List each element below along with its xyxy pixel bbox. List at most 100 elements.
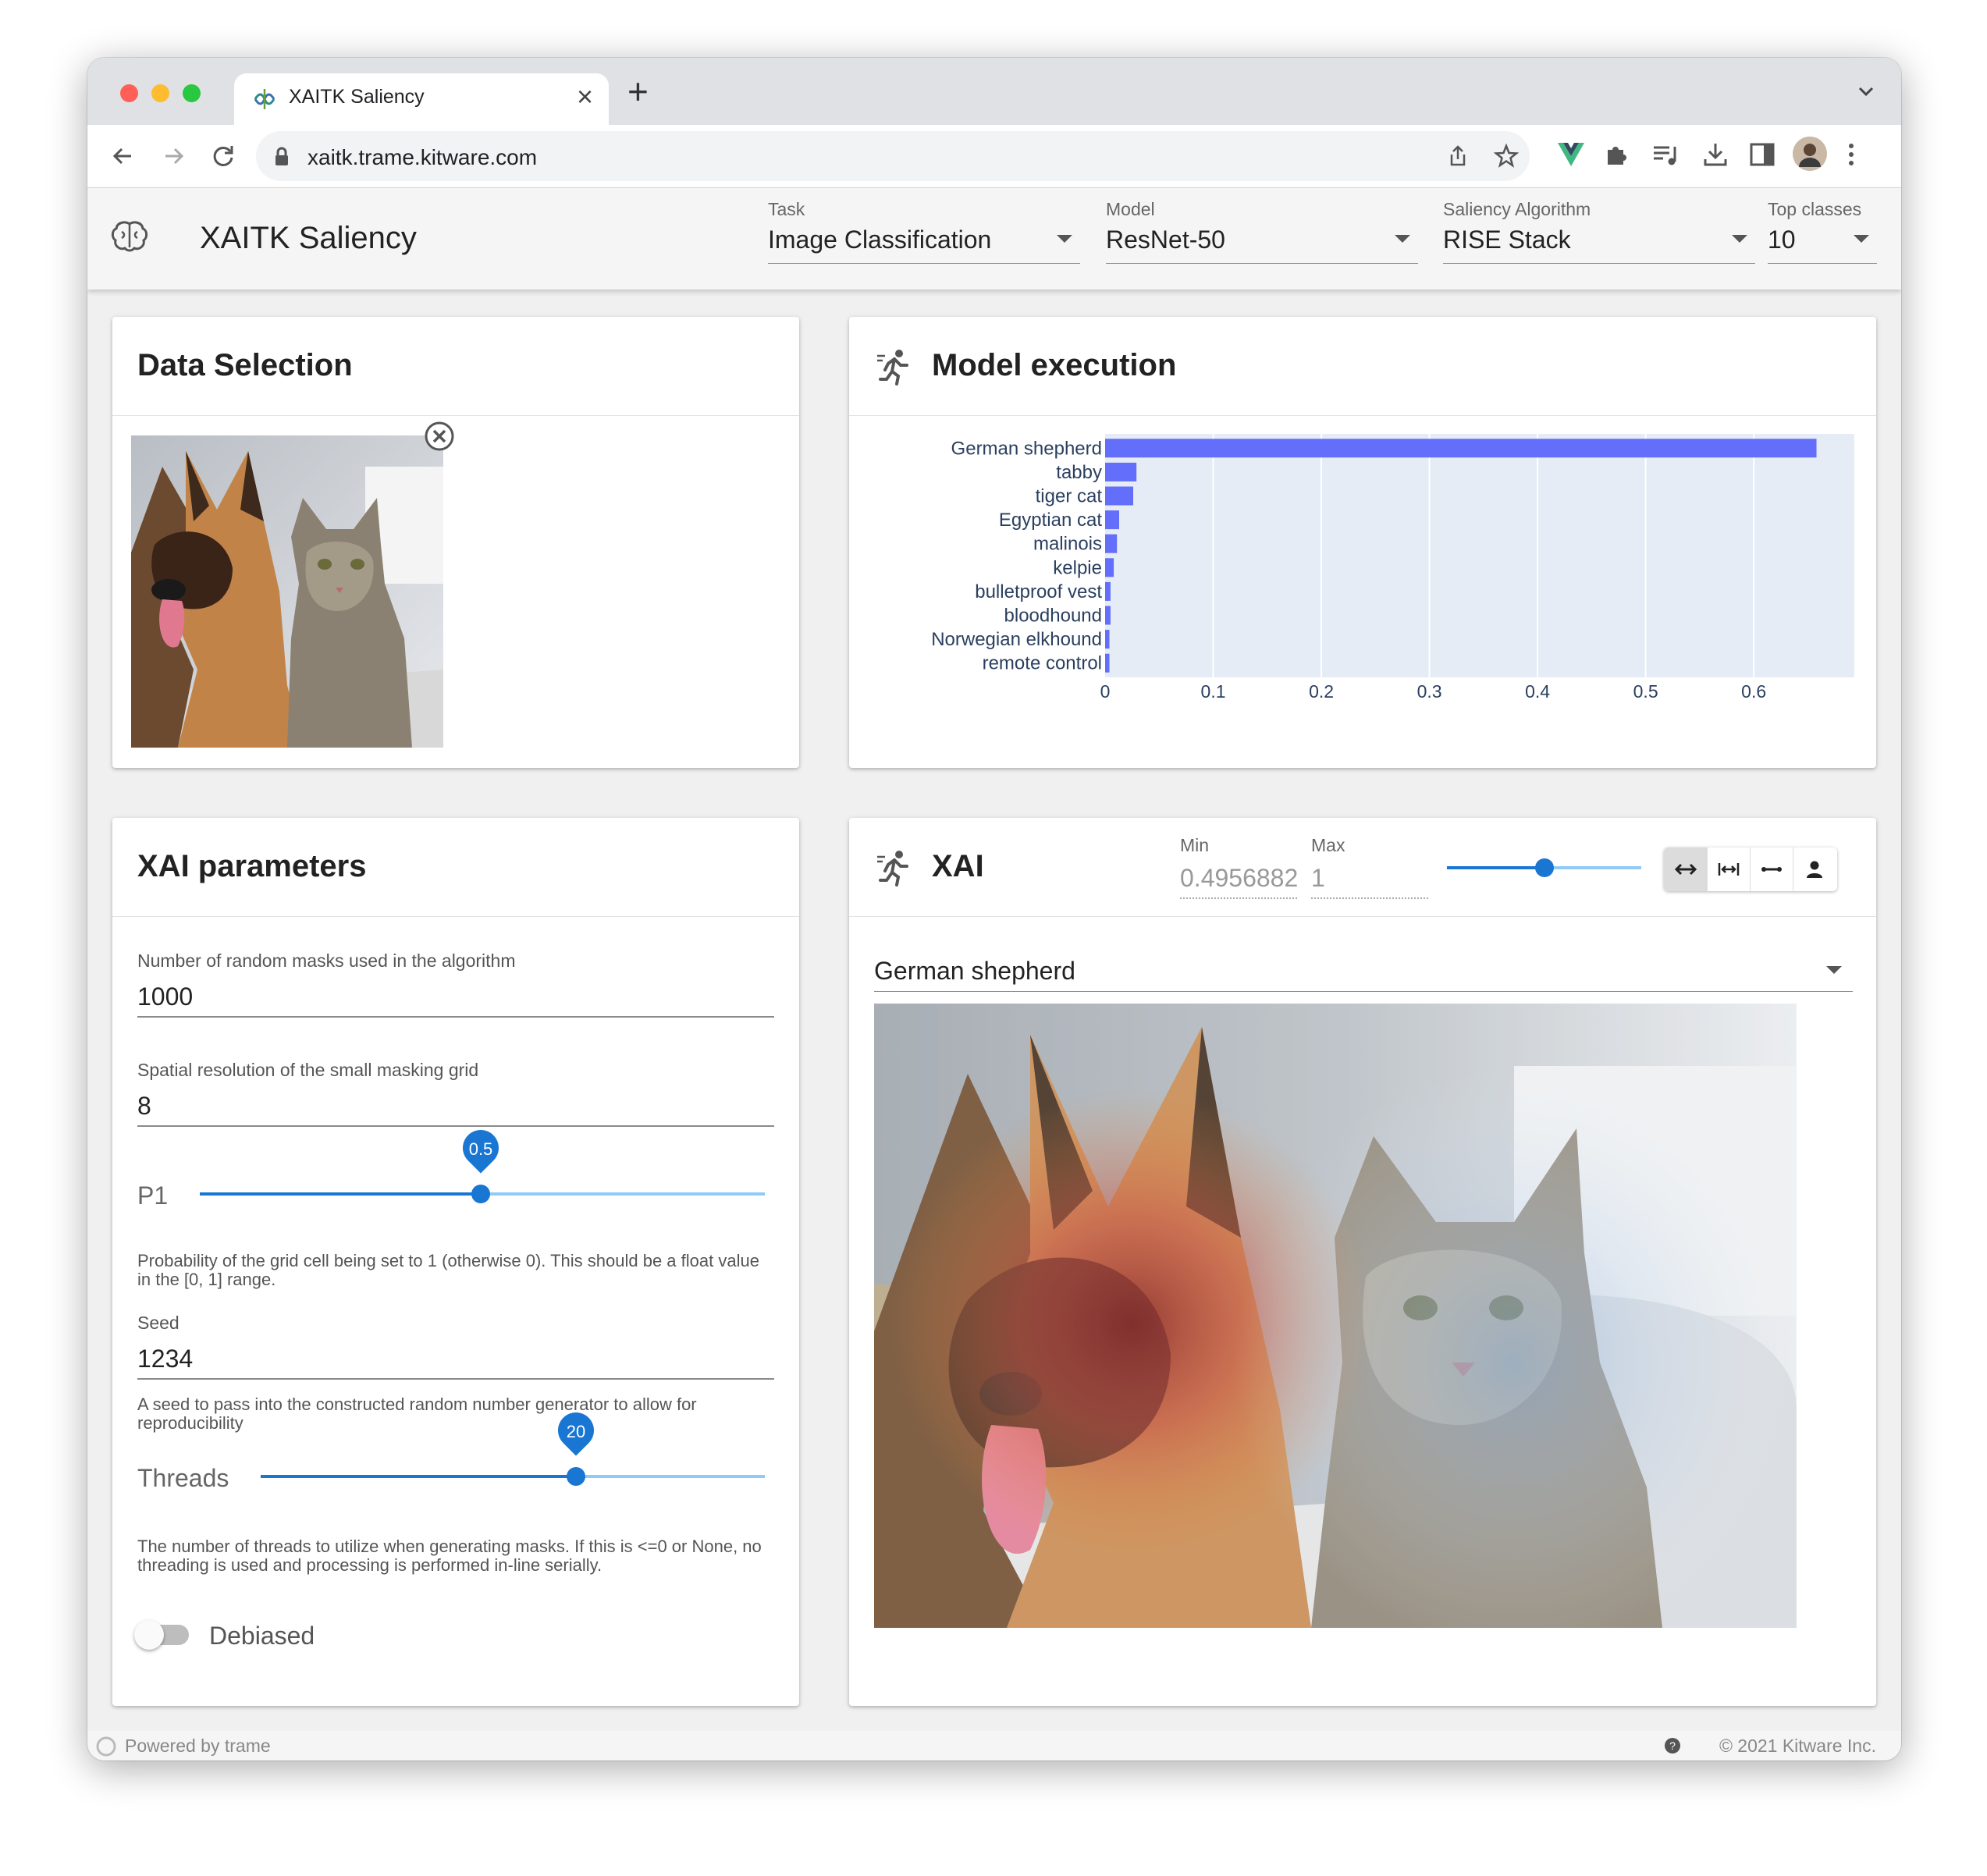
- remove-image-icon[interactable]: [425, 421, 454, 451]
- chart-x-tick-label: 0.4: [1525, 681, 1550, 702]
- tab-search-chevron-icon[interactable]: [1854, 80, 1878, 103]
- saliency-heatmap-image: [874, 1004, 1797, 1628]
- threads-slider-label: Threads: [137, 1464, 229, 1492]
- masks-field-label: Number of random masks used in the algor…: [137, 950, 516, 971]
- grid-resolution-field-value[interactable]: 8: [137, 1092, 774, 1121]
- grid-resolution-field[interactable]: Spatial resolution of the small masking …: [137, 1060, 774, 1127]
- masks-field[interactable]: Number of random masks used in the algor…: [137, 950, 774, 1018]
- chart-category-label: kelpie: [1053, 557, 1102, 578]
- class-select[interactable]: German shepherd: [874, 943, 1853, 992]
- chart-category-label: remote control: [983, 653, 1102, 674]
- min-field[interactable]: Min 0.4956882: [1180, 835, 1297, 899]
- chart-x-tick-label: 0.5: [1633, 681, 1658, 702]
- top-classes-select[interactable]: Top classes 10: [1768, 188, 1877, 264]
- max-value[interactable]: 1: [1311, 864, 1428, 899]
- side-panel-icon[interactable]: [1748, 140, 1776, 169]
- slider-track-fill: [261, 1475, 576, 1478]
- grid-resolution-field-label: Spatial resolution of the small masking …: [137, 1060, 479, 1080]
- chart-plot-area: [1105, 434, 1854, 677]
- back-arrow-icon[interactable]: [106, 139, 140, 173]
- opacity-slider-thumb[interactable]: [1535, 858, 1554, 877]
- min-value[interactable]: 0.4956882: [1180, 864, 1297, 899]
- max-label: Max: [1311, 835, 1345, 855]
- tab-xaitk-saliency[interactable]: XAITK Saliency ×: [234, 73, 609, 125]
- browser-toolbar: xaitk.trame.kitware.com: [87, 125, 1901, 188]
- model-select-label: Model: [1106, 199, 1155, 219]
- extensions-puzzle-icon[interactable]: [1603, 140, 1631, 169]
- chart-category-label: tiger cat: [1036, 486, 1103, 507]
- threads-slider-thumb[interactable]: [567, 1467, 585, 1486]
- close-window-button[interactable]: [120, 84, 138, 102]
- share-icon[interactable]: [1445, 144, 1470, 169]
- field-underline: [137, 1378, 774, 1380]
- xai-parameters-card: XAI parameters Number of random masks us…: [112, 818, 799, 1706]
- fit-width-icon: [1718, 863, 1740, 876]
- chart-x-tick-label: 0.1: [1201, 681, 1226, 702]
- close-tab-icon[interactable]: ×: [577, 81, 593, 112]
- slider-track-fill: [200, 1192, 481, 1196]
- p1-hint: Probability of the grid cell being set t…: [137, 1251, 759, 1289]
- chart-bar: [1105, 606, 1111, 625]
- vue-devtools-icon[interactable]: [1556, 140, 1586, 169]
- switch-knob[interactable]: [134, 1620, 164, 1650]
- forward-arrow-icon[interactable]: [156, 139, 190, 173]
- person-button[interactable]: [1793, 847, 1836, 891]
- saliency-algorithm-select[interactable]: Saliency Algorithm RISE Stack: [1443, 188, 1755, 264]
- min-label: Min: [1180, 835, 1210, 855]
- download-icon[interactable]: [1701, 140, 1729, 169]
- running-person-icon: [877, 851, 908, 886]
- slider-track-rest: [576, 1475, 765, 1478]
- lock-icon: [275, 147, 288, 165]
- chart-bar: [1105, 486, 1134, 506]
- model-execution-title: Model execution: [932, 348, 1177, 382]
- p1-slider-thumb[interactable]: [471, 1185, 490, 1203]
- tab-strip: XAITK Saliency × +: [87, 58, 1901, 125]
- brain-icon: [111, 221, 148, 252]
- chart-category-label: bulletproof vest: [975, 581, 1102, 602]
- app-title: XAITK Saliency: [200, 221, 417, 255]
- bookmark-star-icon[interactable]: [1494, 144, 1519, 169]
- debiased-label: Debiased: [209, 1622, 315, 1650]
- input-image-thumbnail[interactable]: [131, 435, 443, 748]
- expand-horizontal-button[interactable]: [1664, 847, 1708, 891]
- running-person-icon: [877, 350, 908, 386]
- chart-x-tick-label: 0.3: [1417, 681, 1442, 702]
- threads-hint: The number of threads to utilize when ge…: [137, 1537, 762, 1575]
- data-selection-card: Data Selection: [112, 317, 799, 768]
- reading-list-icon[interactable]: [1651, 140, 1681, 169]
- seed-field[interactable]: Seed 1234: [137, 1313, 774, 1380]
- fit-width-button[interactable]: [1707, 847, 1751, 891]
- masks-field-value[interactable]: 1000: [137, 982, 774, 1011]
- person-icon: [1807, 861, 1822, 878]
- p1-slider-label: P1: [137, 1181, 169, 1210]
- view-mode-button-group: [1664, 847, 1837, 891]
- minimize-window-button[interactable]: [151, 84, 169, 102]
- reload-icon[interactable]: [206, 139, 240, 173]
- max-field[interactable]: Max 1: [1311, 835, 1428, 899]
- address-bar[interactable]: xaitk.trame.kitware.com: [256, 131, 1530, 181]
- model-select-value: ResNet-50: [1106, 226, 1225, 254]
- seed-field-value[interactable]: 1234: [137, 1345, 774, 1373]
- chart-category-label: malinois: [1033, 534, 1102, 555]
- chart-bar: [1105, 630, 1110, 649]
- model-select[interactable]: Model ResNet-50: [1106, 188, 1418, 264]
- new-tab-button[interactable]: +: [627, 72, 649, 111]
- more-vertical-icon[interactable]: [1847, 140, 1856, 169]
- threads-value-text: 20: [566, 1422, 586, 1441]
- zoom-window-button[interactable]: [183, 84, 201, 102]
- top-classes-select-label: Top classes: [1768, 199, 1862, 219]
- profile-avatar-icon[interactable]: [1792, 136, 1828, 172]
- expand-horizontal-icon: [1674, 863, 1697, 876]
- trame-logo-icon: [96, 1736, 116, 1757]
- arrow-horizontal-button[interactable]: [1750, 847, 1793, 891]
- browser-window: XAITK Saliency × + xaitk.trame.kitware.c…: [87, 58, 1901, 1761]
- app-bar: XAITK Saliency Task Image Classification…: [87, 188, 1901, 290]
- task-select[interactable]: Task Image Classification: [768, 188, 1080, 264]
- chevron-down-icon: [1854, 235, 1869, 243]
- xai-title: XAI: [932, 849, 984, 883]
- chevron-down-icon: [1057, 235, 1072, 243]
- chart-category-label: tabby: [1056, 462, 1102, 483]
- chart-bar: [1105, 534, 1118, 553]
- help-icon[interactable]: ?: [1664, 1737, 1681, 1754]
- xai-parameters-title: XAI parameters: [137, 849, 367, 883]
